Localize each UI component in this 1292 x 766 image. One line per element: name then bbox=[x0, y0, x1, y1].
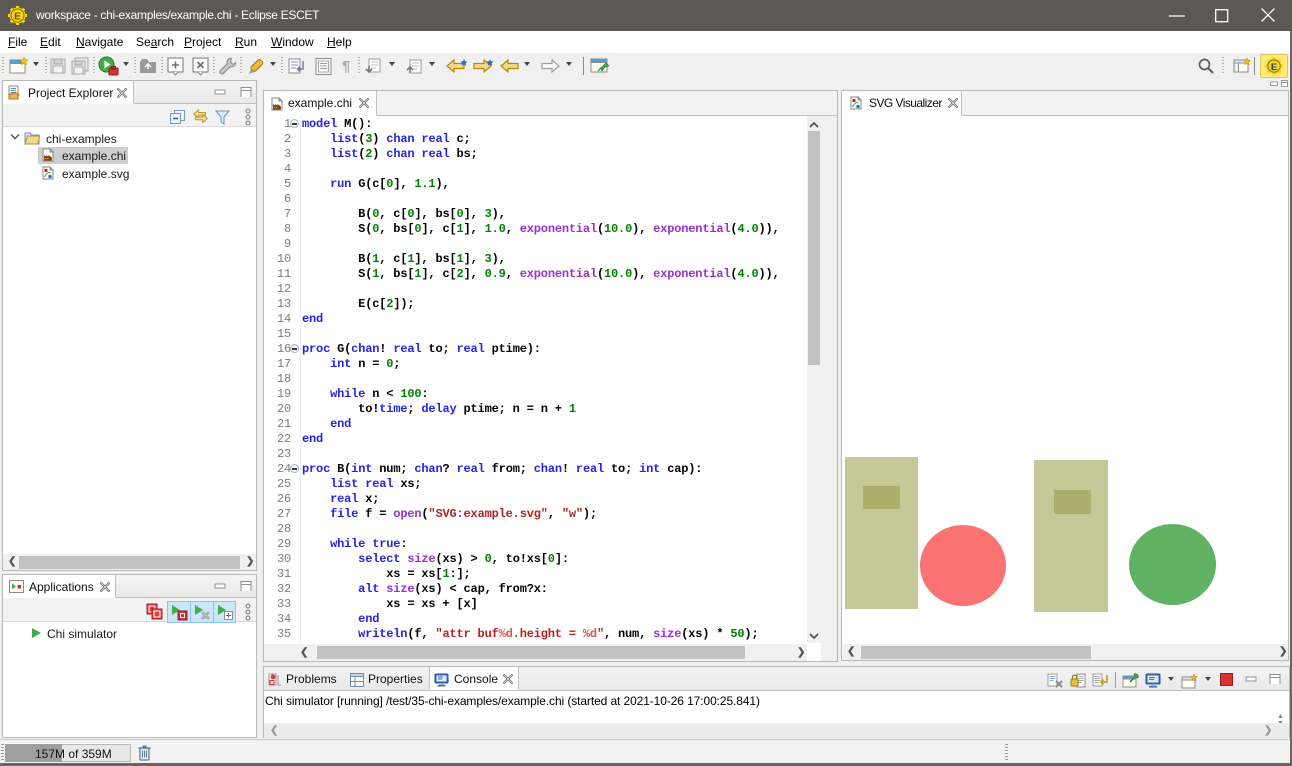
svg-text:E: E bbox=[14, 12, 21, 23]
svg-text:E: E bbox=[1271, 62, 1277, 73]
